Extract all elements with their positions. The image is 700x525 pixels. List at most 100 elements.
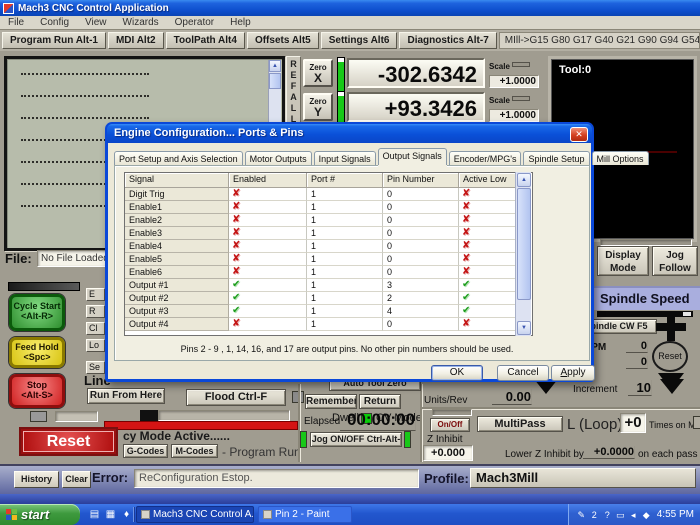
signal-cell[interactable]: Enable6 (125, 266, 229, 279)
quicklaunch-app-icon[interactable]: ▦ (104, 508, 117, 521)
loop-count-value[interactable]: +0 (620, 413, 646, 433)
scroll-thumb[interactable] (269, 73, 281, 89)
cross-icon[interactable]: ✘ (229, 201, 307, 214)
cross-icon[interactable]: ✘ (459, 214, 516, 227)
check-icon[interactable]: ✔ (459, 279, 516, 292)
y-dro-display[interactable]: +93.3426 (347, 92, 485, 122)
signal-cell[interactable]: Digit Trig (125, 188, 229, 201)
tab-output-signals[interactable]: Output Signals (377, 148, 447, 165)
pin-cell[interactable]: 0 (383, 266, 459, 279)
cross-icon[interactable]: ✘ (229, 240, 307, 253)
cross-icon[interactable]: ✘ (459, 318, 516, 331)
screen-tab-program[interactable]: Program Run Alt-1 (2, 32, 106, 49)
tab-input-signals[interactable]: Input Signals (313, 151, 376, 165)
check-icon[interactable]: ✔ (229, 305, 307, 318)
pin-cell[interactable]: 0 (383, 201, 459, 214)
reset-button[interactable]: Reset (19, 427, 118, 456)
cross-icon[interactable]: ✘ (459, 266, 516, 279)
cross-icon[interactable]: ✘ (459, 253, 516, 266)
input-language-icon[interactable]: 2 (588, 508, 601, 522)
zero-x-button[interactable]: Zero X (303, 59, 333, 87)
tab-mill-options[interactable]: Mill Options (591, 151, 649, 165)
spindle-reset-button[interactable]: Reset (652, 341, 688, 372)
help-notify-icon[interactable]: ? (601, 508, 614, 522)
cross-icon[interactable]: ✘ (459, 201, 516, 214)
signal-cell[interactable]: Enable3 (125, 227, 229, 240)
spindle-up-icon[interactable] (656, 313, 686, 341)
cross-icon[interactable]: ✘ (229, 188, 307, 201)
port-cell[interactable]: 1 (307, 305, 383, 318)
cross-icon[interactable]: ✘ (229, 253, 307, 266)
port-cell[interactable]: 1 (307, 188, 383, 201)
menu-file[interactable]: File (0, 17, 32, 28)
cross-icon[interactable]: ✘ (229, 214, 307, 227)
tab-port-setup-and-axis-selection[interactable]: Port Setup and Axis Selection (114, 151, 243, 165)
clear-button[interactable]: Clear (62, 471, 91, 488)
menu-wizards[interactable]: Wizards (115, 17, 167, 28)
check-icon[interactable]: ✔ (229, 292, 307, 305)
port-cell[interactable]: 1 (307, 266, 383, 279)
tab-motor-outputs[interactable]: Motor Outputs (244, 151, 312, 165)
network-icon[interactable]: ◆ (640, 508, 653, 522)
table-scrollbar[interactable]: ▲ ▼ (515, 172, 531, 336)
signal-cell[interactable]: Output #2 (125, 292, 229, 305)
partial-button-lo[interactable]: Lo (86, 339, 105, 352)
tab-encoder-mpg-s[interactable]: Encoder/MPG's (448, 151, 522, 165)
cross-icon[interactable]: ✘ (229, 227, 307, 240)
quicklaunch-shield-icon[interactable]: ♦ (120, 508, 133, 521)
cross-icon[interactable]: ✘ (459, 240, 516, 253)
pin-cell[interactable]: 0 (383, 318, 459, 331)
z-inhibit-onoff-button[interactable]: On/Off (430, 418, 470, 432)
pencil-icon[interactable]: ✎ (575, 508, 588, 522)
jog-onoff-button[interactable]: Jog ON/OFF Ctrl-Alt-J (310, 432, 402, 447)
pin-cell[interactable]: 2 (383, 292, 459, 305)
gcodes-button[interactable]: G-Codes (123, 444, 168, 458)
screen-tab-settings[interactable]: Settings Alt6 (320, 32, 398, 49)
lower-z-value[interactable]: +0.0000 (583, 446, 635, 459)
feed-hold-button[interactable]: Feed Hold <Spc> (9, 337, 65, 368)
menu-view[interactable]: View (77, 17, 115, 28)
close-icon[interactable]: ✕ (570, 127, 588, 142)
z-inhibit-value[interactable]: +0.000 (423, 445, 473, 461)
pin-cell[interactable]: 0 (383, 240, 459, 253)
partial-button-e[interactable]: E (86, 288, 105, 301)
jog-follow-button[interactable]: Jog Follow (652, 246, 698, 276)
apply-button[interactable]: Apply (551, 365, 595, 381)
hide-icons-icon[interactable]: ◂ (627, 508, 640, 522)
check-icon[interactable]: ✔ (459, 305, 516, 318)
port-cell[interactable]: 1 (307, 253, 383, 266)
partial-button-r[interactable]: R (86, 305, 105, 318)
cross-icon[interactable]: ✘ (459, 188, 516, 201)
check-icon[interactable]: ✔ (229, 279, 307, 292)
pin-cell[interactable]: 0 (383, 214, 459, 227)
pin-cell[interactable]: 0 (383, 227, 459, 240)
multipass-button[interactable]: MultiPass (477, 416, 563, 432)
dialog-titlebar[interactable]: Engine Configuration... Ports & Pins (107, 124, 592, 143)
port-cell[interactable]: 1 (307, 227, 383, 240)
signal-cell[interactable]: Enable2 (125, 214, 229, 227)
scroll-up-icon[interactable]: ▲ (517, 173, 531, 187)
x-dro-display[interactable]: -302.6342 (347, 58, 485, 88)
taskbar-task-2[interactable]: Pin 2 - Paint (258, 506, 352, 523)
taskbar-task-1[interactable]: Mach3 CNC Control A... (136, 506, 254, 523)
start-button[interactable]: start (0, 504, 80, 525)
screen-tab-mdi[interactable]: MDI Alt2 (107, 32, 164, 49)
cross-icon[interactable]: ✘ (229, 266, 307, 279)
port-cell[interactable]: 1 (307, 279, 383, 292)
pin-cell[interactable]: 3 (383, 279, 459, 292)
signal-cell[interactable]: Output #3 (125, 305, 229, 318)
partial-button-cl[interactable]: Cl (86, 322, 105, 335)
menu-help[interactable]: Help (222, 17, 259, 28)
increment-down-icon[interactable] (660, 379, 684, 394)
port-cell[interactable]: 1 (307, 214, 383, 227)
flood-button[interactable]: Flood Ctrl-F (186, 389, 286, 406)
cancel-button[interactable]: Cancel (497, 365, 549, 381)
quicklaunch-doc-icon[interactable]: ▤ (88, 508, 101, 521)
y-scale-value[interactable]: +1.0000 (489, 109, 539, 122)
tab-spindle-setup[interactable]: Spindle Setup (523, 151, 590, 165)
return-button[interactable]: Return (359, 394, 401, 409)
signal-cell[interactable]: Enable4 (125, 240, 229, 253)
scroll-thumb[interactable] (517, 188, 531, 300)
device-icon[interactable]: ▭ (614, 508, 627, 522)
port-cell[interactable]: 1 (307, 318, 383, 331)
